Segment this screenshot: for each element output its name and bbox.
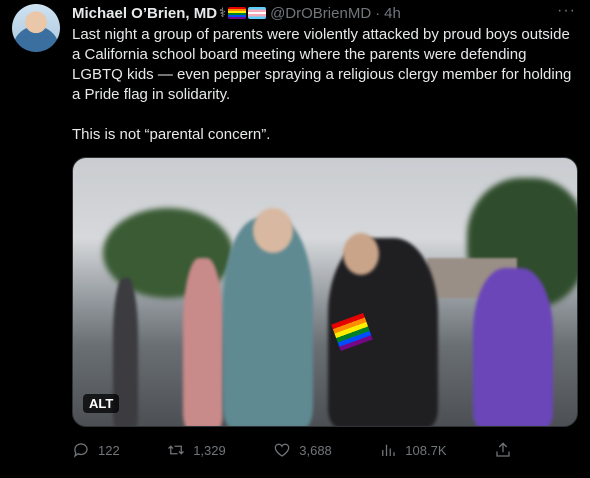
tweet-time[interactable]: 4h <box>384 5 401 22</box>
alt-text-badge[interactable]: ALT <box>83 394 120 413</box>
tweet-paragraph: Last night a group of parents were viole… <box>72 26 572 103</box>
separator: · <box>375 4 381 22</box>
heart-icon <box>274 443 290 457</box>
tweet-header: Michael O’Brien, MD ⚕ @DrOBrienMD · 4h <box>72 3 570 23</box>
author-handle[interactable]: @DrOBrienMD <box>270 5 371 22</box>
tweet-video[interactable]: ALT <box>72 157 578 427</box>
tweet-paragraph: This is not “parental concern”. <box>72 126 271 143</box>
reply-button[interactable]: 122 <box>72 440 120 460</box>
action-bar: 122 1,329 3,688 108.7K <box>72 440 512 460</box>
share-icon <box>496 442 510 457</box>
transgender-flag-icon <box>248 7 267 19</box>
view-count: 108.7K <box>405 442 447 458</box>
reply-icon <box>73 443 88 458</box>
media-figure <box>253 208 293 253</box>
media-figure <box>343 233 379 275</box>
author-display-name[interactable]: Michael O’Brien, MD <box>72 5 217 22</box>
retweet-count: 1,329 <box>193 442 226 458</box>
retweet-icon <box>168 445 185 455</box>
tweet-text: Last night a group of parents were viole… <box>72 25 577 145</box>
media-figure <box>183 258 223 426</box>
avatar[interactable] <box>12 4 60 52</box>
more-options-icon[interactable]: ··· <box>557 2 576 20</box>
views-button[interactable]: 108.7K <box>379 440 447 460</box>
name-emojis: ⚕ <box>219 5 267 21</box>
like-button[interactable]: 3,688 <box>273 440 332 460</box>
media-figure <box>473 268 553 426</box>
rainbow-flag-icon <box>228 7 247 19</box>
like-count: 3,688 <box>299 442 332 458</box>
retweet-button[interactable]: 1,329 <box>167 440 226 460</box>
share-button[interactable] <box>494 440 512 460</box>
stethoscope-icon: ⚕ <box>219 5 227 20</box>
reply-count: 122 <box>98 442 120 458</box>
analytics-icon <box>382 444 395 456</box>
